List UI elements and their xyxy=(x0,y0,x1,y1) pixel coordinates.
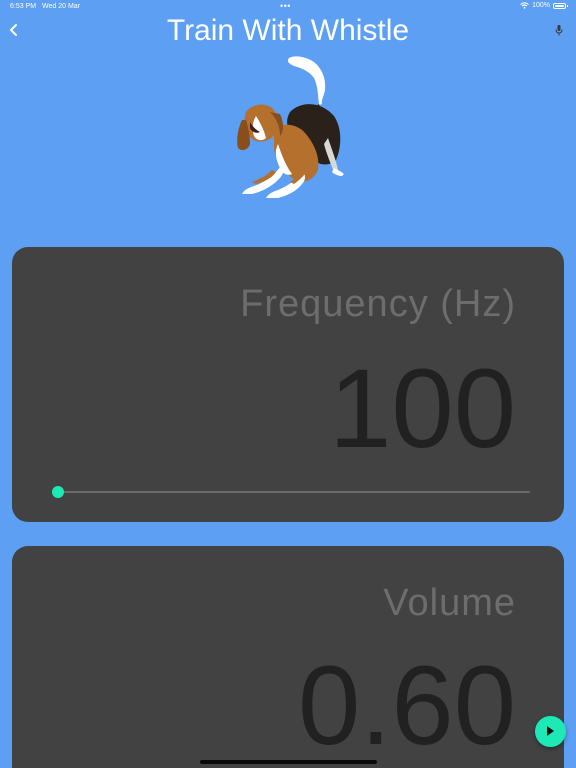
home-indicator[interactable] xyxy=(200,760,377,764)
frequency-value: 100 xyxy=(329,346,516,471)
battery-percentage: 100% xyxy=(532,2,550,9)
microphone-icon[interactable] xyxy=(554,24,564,38)
dog-icon xyxy=(237,56,344,198)
frequency-slider[interactable] xyxy=(52,485,530,499)
status-time: 6:53 PM xyxy=(10,3,37,10)
frequency-label: Frequency (Hz) xyxy=(240,283,516,325)
volume-value: 0.60 xyxy=(298,643,516,768)
volume-label: Volume xyxy=(383,582,516,624)
navigation-bar: Train With Whistle xyxy=(0,12,576,52)
multitasking-dots-icon[interactable]: ••• xyxy=(280,1,291,11)
play-button[interactable] xyxy=(535,716,566,747)
wifi-icon xyxy=(520,2,529,9)
page-title: Train With Whistle xyxy=(166,14,410,47)
status-indicators: 100% xyxy=(520,2,568,9)
slider-track xyxy=(56,491,530,493)
slider-thumb[interactable] xyxy=(52,486,64,498)
frequency-card: Frequency (Hz) 100 xyxy=(12,247,564,522)
play-icon xyxy=(547,726,554,736)
status-date: Wed 20 Mar xyxy=(42,3,80,10)
battery-icon xyxy=(553,2,568,9)
volume-card: Volume 0.60 xyxy=(12,546,564,768)
